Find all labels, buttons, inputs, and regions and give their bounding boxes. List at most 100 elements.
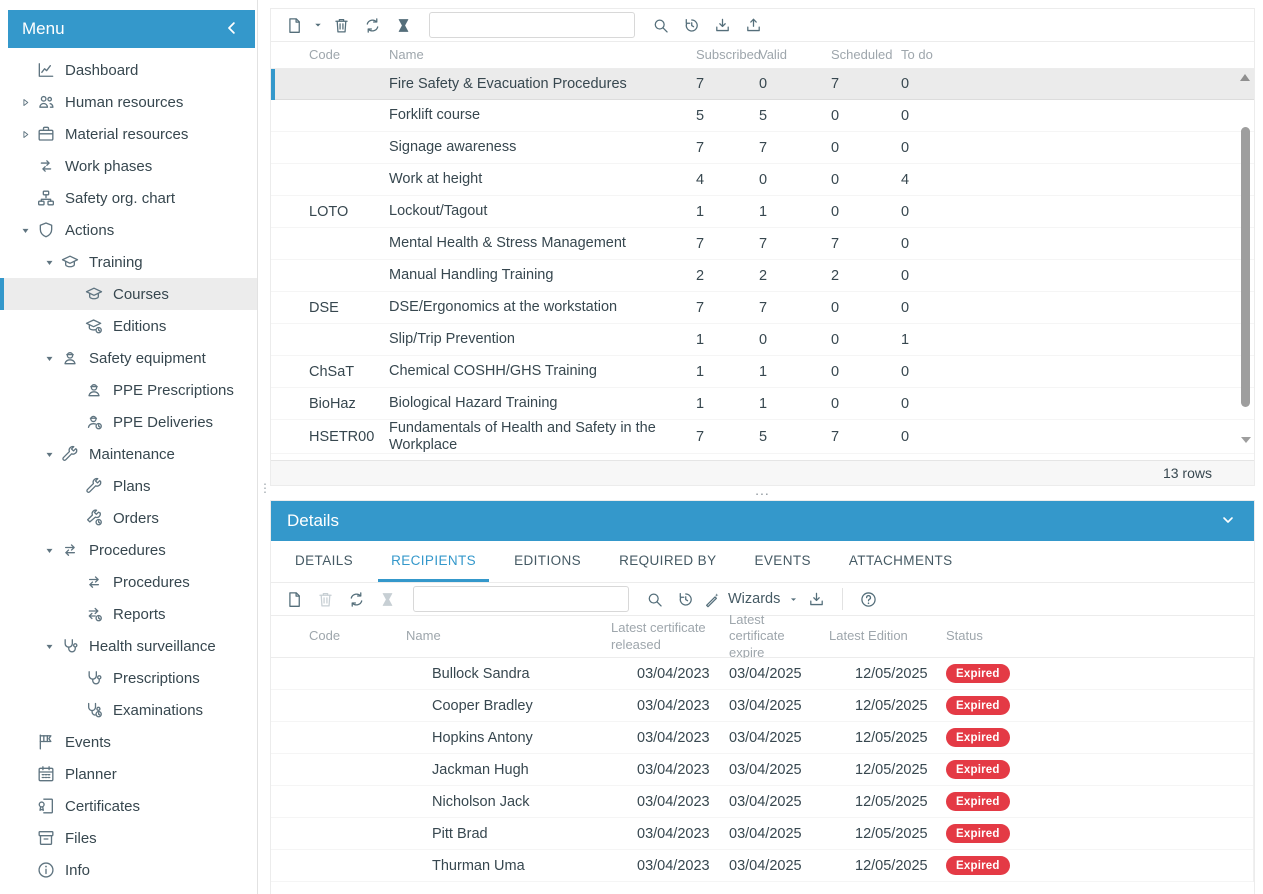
clear-filter-button[interactable] — [388, 11, 419, 39]
sidebar-item-prescriptions[interactable]: Prescriptions — [0, 662, 257, 694]
column-header-code[interactable]: Code — [309, 628, 406, 644]
history-button[interactable] — [676, 11, 707, 39]
sidebar-item-material-resources[interactable]: Material resources — [0, 118, 257, 150]
import-button[interactable] — [801, 585, 832, 613]
course-row[interactable]: Work at height 4 0 0 4 — [271, 164, 1254, 196]
recipient-row[interactable]: Jackman Hugh 03/04/2023 03/04/2025 12/05… — [271, 754, 1253, 786]
scroll-up-arrow-icon[interactable] — [1240, 74, 1250, 81]
history-button[interactable] — [670, 585, 701, 613]
sidebar-item-ppe-prescriptions[interactable]: PPE Prescriptions — [0, 374, 257, 406]
sidebar-item-procedures[interactable]: Procedures — [0, 534, 257, 566]
sidebar-item-health-surveillance[interactable]: Health surveillance — [0, 630, 257, 662]
column-header-subscribed[interactable]: Subscribed — [696, 47, 761, 63]
course-row[interactable]: DSE DSE/Ergonomics at the workstation 7 … — [271, 292, 1254, 324]
recipient-row[interactable]: Hopkins Antony 03/04/2023 03/04/2025 12/… — [271, 722, 1253, 754]
tab-attachments[interactable]: ATTACHMENTS — [836, 541, 966, 582]
details-collapse-button[interactable] — [1220, 512, 1238, 530]
course-row[interactable]: Mental Health & Stress Management 7 7 7 … — [271, 228, 1254, 260]
refresh-button[interactable] — [357, 11, 388, 39]
collapse-arrow-icon[interactable] — [38, 353, 60, 364]
sidebar-item-reports[interactable]: Reports — [0, 598, 257, 630]
sidebar-item-work-phases[interactable]: Work phases — [0, 150, 257, 182]
refresh-button[interactable] — [341, 585, 372, 613]
sidebar-item-courses[interactable]: Courses — [0, 278, 257, 310]
sidebar-item-procedures[interactable]: Procedures — [0, 566, 257, 598]
new-record-button[interactable] — [279, 585, 310, 613]
recipient-row[interactable]: Bullock Sandra 03/04/2023 03/04/2025 12/… — [271, 658, 1253, 690]
recipient-row[interactable]: Cooper Bradley 03/04/2023 03/04/2025 12/… — [271, 690, 1253, 722]
course-row[interactable]: Signage awareness 7 7 0 0 — [271, 132, 1254, 164]
tab-editions[interactable]: EDITIONS — [501, 541, 594, 582]
tab-recipients[interactable]: RECIPIENTS — [378, 541, 490, 582]
sidebar-item-files[interactable]: Files — [0, 822, 257, 854]
course-row[interactable]: Fire Safety & Evacuation Procedures 7 0 … — [271, 69, 1254, 100]
import-button[interactable] — [707, 11, 738, 39]
collapse-arrow-icon[interactable] — [38, 449, 60, 460]
sidebar-item-certificates[interactable]: Certificates — [0, 790, 257, 822]
search-button[interactable] — [639, 585, 670, 613]
new-record-button[interactable] — [279, 11, 310, 39]
course-row[interactable]: Slip/Trip Prevention 1 0 0 1 — [271, 324, 1254, 356]
export-button[interactable] — [738, 11, 769, 39]
sidebar-item-maintenance[interactable]: Maintenance — [0, 438, 257, 470]
sidebar-item-editions[interactable]: Editions — [0, 310, 257, 342]
sidebar-item-actions[interactable]: Actions — [0, 214, 257, 246]
collapse-arrow-icon[interactable] — [38, 641, 60, 652]
course-row[interactable]: BioHaz Biological Hazard Training 1 1 0 … — [271, 388, 1254, 420]
sidebar-item-safety-equipment[interactable]: Safety equipment — [0, 342, 257, 374]
new-document-icon — [285, 590, 304, 609]
sidebar-item-examinations[interactable]: Examinations — [0, 694, 257, 726]
collapse-arrow-icon[interactable] — [38, 545, 60, 556]
vertical-scrollbar[interactable] — [1239, 72, 1252, 457]
sidebar-item-plans[interactable]: Plans — [0, 470, 257, 502]
tab-details[interactable]: DETAILS — [282, 541, 366, 582]
course-row[interactable]: ChSaT Chemical COSHH/GHS Training 1 1 0 … — [271, 356, 1254, 388]
expand-arrow-icon[interactable] — [14, 129, 36, 140]
menu-collapse-button[interactable] — [223, 19, 243, 39]
new-caret-button[interactable] — [310, 11, 326, 39]
help-button[interactable] — [853, 585, 884, 613]
sidebar-item-safety-org-chart[interactable]: Safety org. chart — [0, 182, 257, 214]
latest-edition-date: 12/05/2025 — [855, 665, 928, 682]
sidebar-item-info[interactable]: Info — [0, 854, 257, 886]
sidebar-item-dashboard[interactable]: Dashboard — [0, 54, 257, 86]
recipients-search-input[interactable] — [413, 586, 629, 612]
column-header-status[interactable]: Status — [946, 628, 1061, 644]
details-panel-header[interactable]: Details — [271, 501, 1254, 541]
column-header-expire[interactable]: Latest certificate expire — [729, 612, 829, 661]
tab-required-by[interactable]: REQUIRED BY — [606, 541, 729, 582]
column-header-released[interactable]: Latest certificate released — [611, 620, 729, 653]
scrollbar-thumb[interactable] — [1241, 127, 1250, 407]
column-header-name[interactable]: Name — [389, 47, 696, 63]
sidebar-item-planner[interactable]: Planner — [0, 758, 257, 790]
column-header-scheduled[interactable]: Scheduled — [831, 47, 901, 63]
search-button[interactable] — [645, 11, 676, 39]
column-header-code[interactable]: Code — [309, 47, 389, 63]
collapse-arrow-icon[interactable] — [14, 225, 36, 236]
column-header-valid[interactable]: Valid — [759, 47, 831, 63]
expand-arrow-icon[interactable] — [14, 97, 36, 108]
recipient-row[interactable]: Nicholson Jack 03/04/2023 03/04/2025 12/… — [271, 786, 1253, 818]
wizards-button[interactable]: Wizards — [701, 590, 801, 609]
recipient-row[interactable]: Pitt Brad 03/04/2023 03/04/2025 12/05/20… — [271, 818, 1253, 850]
scroll-down-arrow-icon[interactable] — [1241, 437, 1251, 443]
course-row[interactable]: HSETR00 Fundamentals of Health and Safet… — [271, 420, 1254, 455]
course-row[interactable]: Forklift course 5 5 0 0 — [271, 100, 1254, 132]
recipient-row[interactable]: Thurman Uma 03/04/2023 03/04/2025 12/05/… — [271, 850, 1253, 882]
sidebar-item-human-resources[interactable]: Human resources — [0, 86, 257, 118]
column-header-edition[interactable]: Latest Edition — [829, 628, 946, 644]
tab-events[interactable]: EVENTS — [741, 541, 823, 582]
course-row[interactable]: LOTO Lockout/Tagout 1 1 0 0 — [271, 196, 1254, 228]
course-row[interactable]: Manual Handling Training 2 2 2 0 — [271, 260, 1254, 292]
column-header-name[interactable]: Name — [406, 628, 611, 644]
sidebar-item-orders[interactable]: Orders — [0, 502, 257, 534]
sidebar-item-ppe-deliveries[interactable]: PPE Deliveries — [0, 406, 257, 438]
column-header-todo[interactable]: To do — [901, 47, 976, 63]
sidebar-item-training[interactable]: Training — [0, 246, 257, 278]
delete-button[interactable] — [326, 11, 357, 39]
courses-search-input[interactable] — [429, 12, 635, 38]
vertical-splitter-handle[interactable]: ⋮ — [259, 478, 271, 498]
horizontal-splitter-handle[interactable]: ... — [270, 483, 1255, 500]
collapse-arrow-icon[interactable] — [38, 257, 60, 268]
sidebar-item-events[interactable]: Events — [0, 726, 257, 758]
